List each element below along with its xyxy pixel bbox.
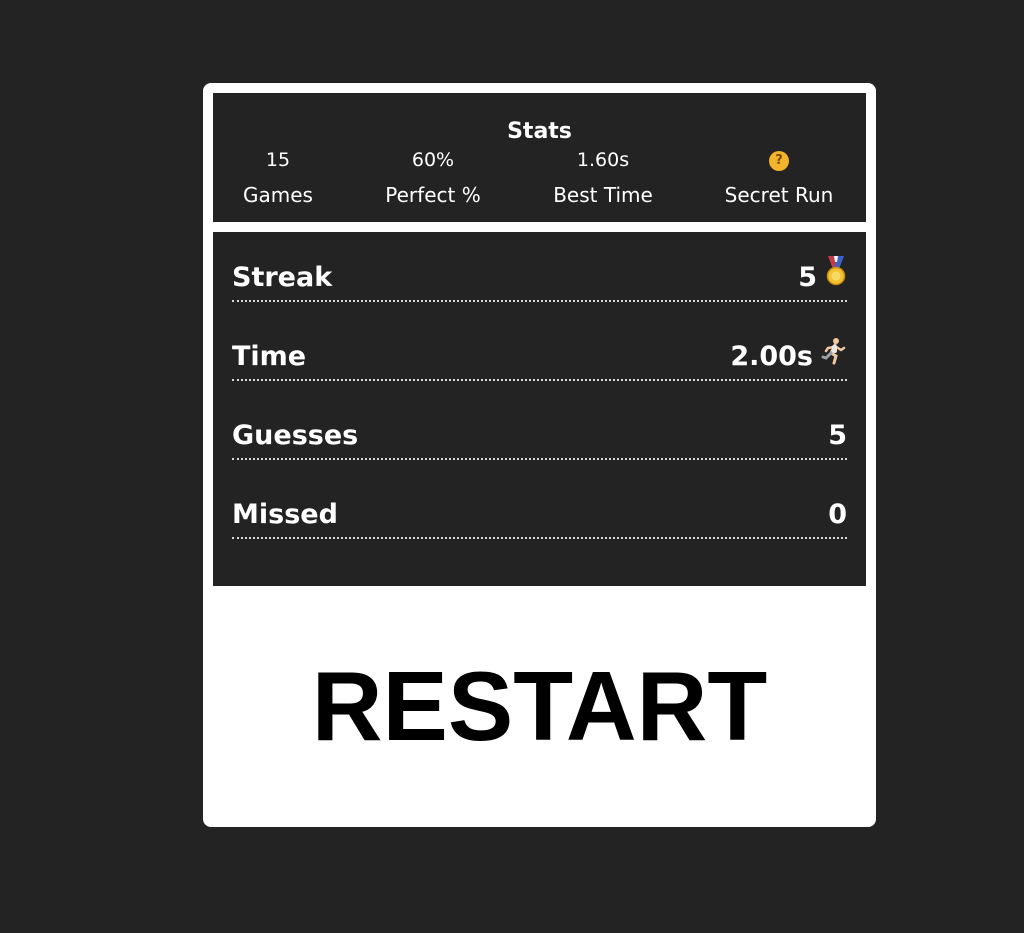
stat-perfect-label: Perfect % bbox=[385, 183, 481, 207]
stat-best-time-value: 1.60s bbox=[576, 149, 630, 171]
guesses-label: Guesses bbox=[232, 420, 359, 451]
stat-perfect: 60% Perfect % bbox=[353, 147, 513, 208]
stat-secret-run: ? Secret Run bbox=[699, 147, 859, 208]
stat-secret-run-value: ? bbox=[699, 147, 859, 173]
result-row-missed: Missed 0 bbox=[232, 483, 847, 539]
streak-value: 5 bbox=[798, 261, 817, 293]
result-row-streak: Streak 5 bbox=[232, 246, 847, 302]
missed-label: Missed bbox=[232, 499, 338, 530]
round-results-panel: Streak 5 Time 2.00s Guesses 5 Missed 0 bbox=[213, 232, 866, 586]
stat-best-time: 1.60s Best Time bbox=[523, 147, 683, 208]
running-person-icon bbox=[821, 337, 847, 373]
stat-games-label: Games bbox=[243, 183, 313, 207]
result-row-time: Time 2.00s bbox=[232, 325, 847, 381]
medal-icon bbox=[825, 256, 847, 294]
result-row-guesses: Guesses 5 bbox=[232, 404, 847, 460]
time-label: Time bbox=[232, 341, 307, 372]
stat-games: 15 Games bbox=[198, 147, 358, 208]
stat-best-time-label: Best Time bbox=[553, 183, 653, 207]
stats-panel: Stats 15 Games 60% Perfect % 1.60s Best … bbox=[213, 93, 866, 222]
missed-value: 0 bbox=[828, 499, 847, 530]
guesses-value: 5 bbox=[828, 420, 847, 451]
stats-title: Stats bbox=[507, 119, 572, 144]
streak-value-wrap: 5 bbox=[798, 256, 847, 295]
game-over-card: Stats 15 Games 60% Perfect % 1.60s Best … bbox=[203, 83, 876, 827]
secret-question-icon: ? bbox=[769, 150, 789, 171]
time-value: 2.00s bbox=[730, 341, 813, 372]
restart-button[interactable]: RESTART bbox=[203, 586, 876, 827]
stat-perfect-value: 60% bbox=[411, 149, 455, 171]
time-value-wrap: 2.00s bbox=[730, 337, 847, 373]
streak-label: Streak bbox=[232, 262, 333, 293]
stat-secret-run-label: Secret Run bbox=[724, 183, 834, 207]
stat-games-value: 15 bbox=[265, 149, 291, 171]
